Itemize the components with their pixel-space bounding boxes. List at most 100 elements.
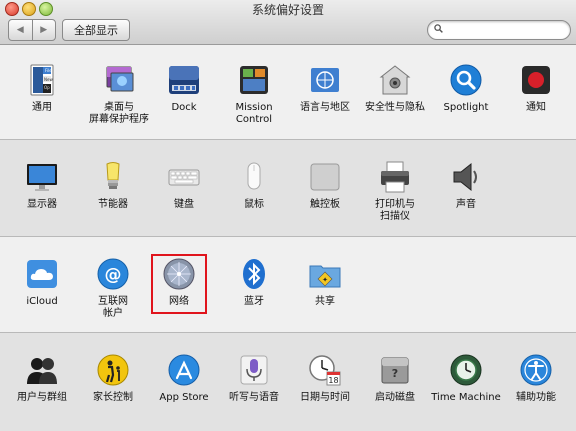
sharing-icon: ✦ bbox=[309, 265, 341, 288]
pref-label: 安全性与隐私 bbox=[365, 102, 425, 113]
pref-bluetooth[interactable]: 蓝牙 bbox=[218, 257, 290, 308]
pref-label: 蓝牙 bbox=[244, 296, 264, 307]
pref-accessibility[interactable]: 辅助功能 bbox=[500, 353, 572, 404]
pref-label: 触控板 bbox=[310, 199, 340, 210]
pref-label: Time Machine bbox=[431, 392, 501, 403]
pref-label: 共享 bbox=[315, 296, 335, 307]
pref-parental-controls[interactable]: 家长控制 bbox=[77, 353, 149, 404]
back-button[interactable]: ◀ bbox=[9, 20, 32, 40]
pref-internet-accounts[interactable]: @ 互联网 帐户 bbox=[77, 257, 149, 320]
pref-startup-disk[interactable]: ? 启动磁盘 bbox=[359, 353, 431, 404]
system-preferences-window: 系统偏好设置 ◀ ▶ 全部显示 File New Op 通用 桌面与 屏幕保护程… bbox=[0, 0, 576, 431]
pref-keyboard[interactable]: 键盘 bbox=[148, 160, 220, 211]
navigation-buttons: ◀ ▶ bbox=[8, 19, 56, 41]
search-field[interactable] bbox=[427, 20, 571, 40]
pref-spotlight[interactable]: Spotlight bbox=[430, 63, 502, 114]
section-personal: File New Op 通用 桌面与 屏幕保护程序 Dock Mission C… bbox=[0, 45, 576, 140]
pref-label: 鼠标 bbox=[244, 199, 264, 210]
pref-displays[interactable]: 显示器 bbox=[6, 160, 78, 211]
pref-label: 日期与时间 bbox=[300, 392, 350, 403]
pref-trackpad[interactable]: 触控板 bbox=[289, 160, 361, 211]
parental-controls-icon bbox=[97, 354, 129, 386]
svg-text:@: @ bbox=[105, 265, 122, 285]
trackpad-icon bbox=[310, 163, 340, 191]
icloud-icon bbox=[27, 260, 57, 288]
search-input[interactable] bbox=[448, 22, 560, 36]
pref-language-region[interactable]: 语言与地区 bbox=[289, 63, 361, 114]
pref-label: 家长控制 bbox=[93, 392, 133, 403]
pref-label: 辅助功能 bbox=[516, 392, 556, 403]
pref-mouse[interactable]: 鼠标 bbox=[218, 160, 290, 211]
sound-icon bbox=[453, 162, 477, 192]
displays-icon bbox=[27, 164, 57, 191]
svg-text:Op: Op bbox=[44, 85, 50, 90]
svg-text:New: New bbox=[44, 77, 53, 82]
desktop-screensaver-icon bbox=[106, 66, 134, 92]
search-icon bbox=[434, 24, 443, 33]
pref-users-groups[interactable]: 用户与群组 bbox=[6, 353, 78, 404]
pref-date-time[interactable]: 18 日期与时间 bbox=[289, 353, 361, 404]
pref-energy-saver[interactable]: 节能器 bbox=[77, 160, 149, 211]
energy-saver-icon bbox=[106, 162, 120, 189]
app-store-icon bbox=[168, 354, 200, 386]
spotlight-icon bbox=[450, 64, 482, 96]
dictation-speech-icon bbox=[240, 355, 268, 385]
pref-label: 语言与地区 bbox=[300, 102, 350, 113]
mission-control-icon bbox=[240, 66, 268, 94]
calendar-date-badge: 18 bbox=[328, 376, 338, 385]
pref-time-machine[interactable]: Time Machine bbox=[430, 353, 502, 404]
pref-sharing[interactable]: ✦ 共享 bbox=[289, 257, 361, 308]
window-title: 系统偏好设置 bbox=[251, 3, 324, 17]
pref-desktop-screensaver[interactable]: 桌面与 屏幕保护程序 bbox=[83, 63, 155, 126]
pref-label: 打印机与 扫描仪 bbox=[375, 199, 415, 222]
section-internet: iCloud @ 互联网 帐户 网络 蓝牙 ✦ 共享 bbox=[0, 237, 576, 333]
pref-label: App Store bbox=[159, 392, 209, 403]
pref-label: 用户与群组 bbox=[17, 392, 67, 403]
network-highlight-box bbox=[151, 254, 207, 314]
pref-dock[interactable]: Dock bbox=[148, 63, 220, 114]
pref-label: Spotlight bbox=[443, 102, 489, 113]
pref-label: 键盘 bbox=[174, 199, 194, 210]
dock-icon bbox=[169, 66, 199, 94]
pref-label: 通知 bbox=[526, 102, 546, 113]
pref-security-privacy[interactable]: 安全性与隐私 bbox=[359, 63, 431, 114]
users-groups-icon bbox=[27, 358, 57, 384]
pref-label: iCloud bbox=[26, 296, 58, 307]
pref-sound[interactable]: 声音 bbox=[430, 160, 502, 211]
pref-general[interactable]: File New Op 通用 bbox=[6, 63, 78, 114]
internet-accounts-icon: @ bbox=[97, 258, 129, 290]
pref-label: Dock bbox=[171, 102, 197, 113]
pref-dictation-speech[interactable]: 听写与语音 bbox=[218, 353, 290, 404]
pref-label: 通用 bbox=[32, 102, 52, 113]
pref-mission-control[interactable]: Mission Control bbox=[218, 63, 290, 126]
pref-label: 启动磁盘 bbox=[375, 392, 415, 403]
general-icon: File New Op bbox=[30, 64, 54, 96]
security-privacy-icon bbox=[379, 65, 411, 95]
pref-label: 桌面与 屏幕保护程序 bbox=[89, 102, 149, 125]
language-region-icon bbox=[311, 68, 339, 92]
title-bar: 系统偏好设置 ◀ ▶ 全部显示 bbox=[0, 0, 576, 45]
svg-text:✦: ✦ bbox=[322, 276, 328, 284]
pref-printers-scanners[interactable]: 打印机与 扫描仪 bbox=[359, 160, 431, 223]
pref-icloud[interactable]: iCloud bbox=[6, 257, 78, 308]
printers-scanners-icon bbox=[381, 161, 409, 193]
section-system: 用户与群组 家长控制 App Store 听写与语音 18 日期与时间 ? 启动… bbox=[0, 333, 576, 431]
pref-label: Mission Control bbox=[235, 102, 273, 125]
notifications-icon bbox=[522, 66, 550, 94]
pref-app-store[interactable]: App Store bbox=[148, 353, 220, 404]
startup-disk-icon: ? bbox=[381, 357, 409, 384]
bluetooth-icon bbox=[243, 259, 265, 289]
svg-text:?: ? bbox=[392, 367, 398, 380]
pref-label: 声音 bbox=[456, 199, 476, 210]
pref-label: 显示器 bbox=[27, 199, 57, 210]
forward-button[interactable]: ▶ bbox=[31, 20, 56, 40]
accessibility-icon bbox=[520, 354, 552, 386]
date-time-icon: 18 bbox=[309, 355, 341, 386]
pref-notifications[interactable]: 通知 bbox=[500, 63, 572, 114]
pref-label: 互联网 帐户 bbox=[98, 296, 128, 319]
section-hardware: 显示器 节能器 键盘 鼠标 触控板 打印机与 扫描仪 声音 bbox=[0, 140, 576, 237]
pref-label: 节能器 bbox=[98, 199, 128, 210]
time-machine-icon bbox=[450, 354, 482, 386]
keyboard-icon bbox=[168, 169, 200, 186]
show-all-button[interactable]: 全部显示 bbox=[62, 19, 130, 41]
